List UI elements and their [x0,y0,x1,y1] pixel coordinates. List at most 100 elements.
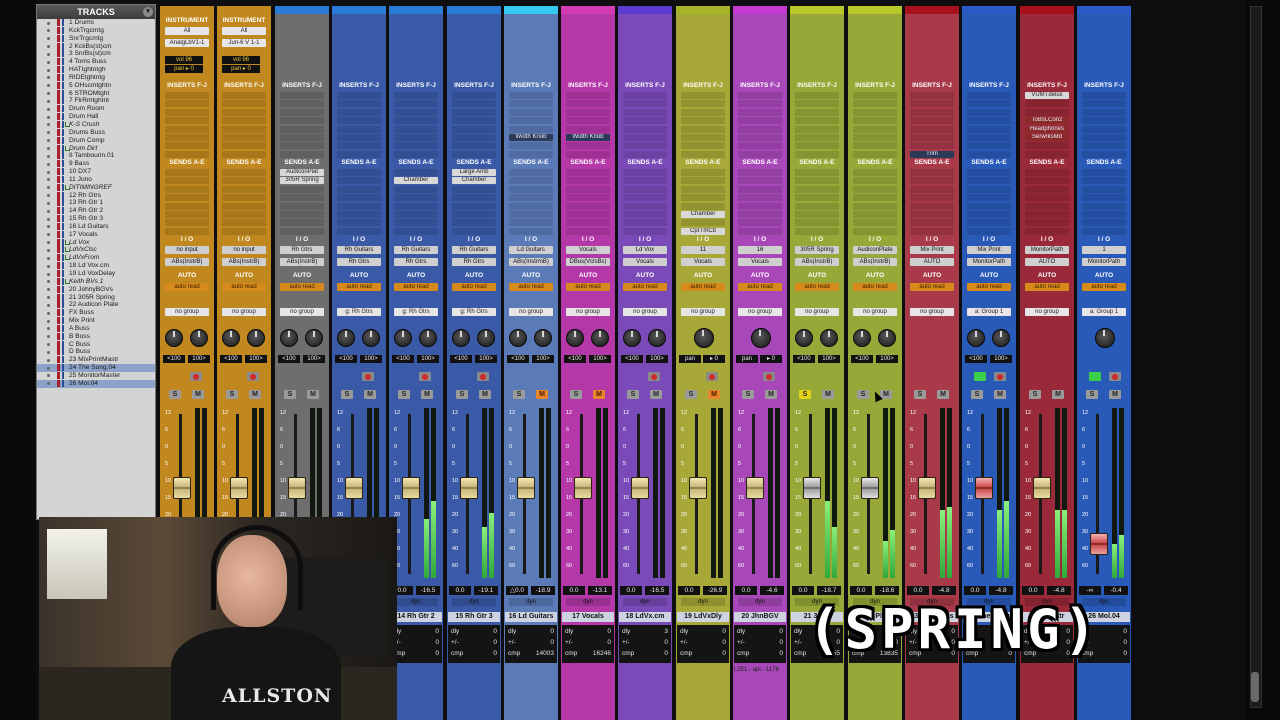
send-slot[interactable] [795,211,839,218]
insert-slot[interactable] [738,125,782,133]
insert-slot[interactable] [1082,150,1126,158]
track-list-item[interactable]: 8 Tambourin.01 [37,152,155,160]
automation-mode-selector[interactable]: auto read [853,283,897,291]
solo-button[interactable]: S [742,390,754,399]
input-selector[interactable]: Mix Print [910,246,954,254]
output-selector[interactable]: Rh Gtrs [337,258,381,266]
track-show-dot-icon[interactable] [47,99,50,103]
send-slot[interactable] [165,219,209,227]
track-show-dot-icon[interactable] [47,139,50,143]
track-list-item[interactable]: Drum Dirt [37,144,155,153]
output-selector[interactable]: AUTO [1025,258,1069,266]
automation-mode-selector[interactable]: auto read [280,283,324,291]
volume-value[interactable]: 0.0 [620,586,642,595]
output-selector[interactable]: ABs(InstrB) [280,258,324,266]
track-show-dot-icon[interactable] [47,162,50,166]
track-show-dot-icon[interactable] [47,272,50,276]
send-slot[interactable] [795,194,839,202]
insert-slot[interactable] [337,134,381,141]
insert-slot[interactable] [222,100,266,108]
send-slot[interactable] [623,169,667,176]
input-selector[interactable]: Ld Vox [623,246,667,254]
send-slot[interactable] [738,202,782,210]
track-list-item[interactable]: 5 OHscmtghtn [37,81,155,90]
group-selector[interactable]: no group [910,308,954,316]
track-comment[interactable]: L251 - api - 1176 [734,666,786,674]
pan-left-knob-icon[interactable] [280,329,298,347]
automation-mode-selector[interactable]: auto read [337,283,381,291]
solo-button[interactable]: S [513,390,525,399]
insert-slot[interactable] [853,117,897,125]
send-slot-assigned[interactable]: Chamber [394,177,438,185]
insert-slot[interactable] [967,100,1011,108]
track-show-dot-icon[interactable] [47,319,50,323]
input-selector[interactable]: 11 [681,246,725,254]
pan-left-knob-icon[interactable] [623,329,641,347]
solo-button[interactable]: S [226,390,238,399]
send-slot[interactable] [795,227,839,235]
insert-slot[interactable] [165,100,209,108]
track-name-plate[interactable]: 17 Vocals [562,612,614,622]
send-slot[interactable] [1025,227,1069,235]
track-show-dot-icon[interactable] [47,29,50,33]
send-slot[interactable] [337,185,381,193]
instrument-plugin[interactable]: AnalgLbV1-1 [165,39,209,47]
mute-button[interactable]: M [249,390,261,399]
send-slot[interactable] [853,219,897,227]
track-show-dot-icon[interactable] [47,37,50,41]
solo-button[interactable]: S [627,390,639,399]
track-show-dot-icon[interactable] [47,186,50,190]
send-slot[interactable] [394,202,438,210]
insert-slot[interactable] [394,150,438,158]
send-slot[interactable] [623,177,667,185]
input-selector[interactable]: Vocals [566,246,610,254]
mute-button[interactable]: M [822,390,834,399]
insert-slot[interactable] [623,125,667,133]
send-slot[interactable] [853,227,897,235]
input-selector[interactable]: Rh Guitars [452,246,496,254]
track-show-dot-icon[interactable] [47,256,50,260]
insert-slot[interactable] [165,142,209,150]
pan-knob-icon[interactable] [1095,328,1115,348]
volume-fader[interactable] [230,477,248,499]
pan-left-knob-icon[interactable] [509,329,527,347]
track-list-item[interactable]: 19 Ld VoxDelay [37,270,155,278]
volume-fader[interactable] [402,477,420,499]
volume-fader[interactable] [574,477,592,499]
track-show-dot-icon[interactable] [47,233,50,237]
track-list-item[interactable]: 7 FlrRmtghtnt [37,97,155,105]
input-monitor-button[interactable] [974,372,986,381]
insert-slot[interactable] [623,117,667,125]
send-slot[interactable] [452,194,496,202]
pan-right-knob-icon[interactable] [419,329,437,347]
send-slot[interactable] [1025,219,1069,227]
volume-value[interactable]: 0.0 [449,586,471,595]
group-selector[interactable]: no group [681,308,725,316]
send-slot-assigned[interactable]: Chamber [452,177,496,185]
insert-slot[interactable] [509,108,553,116]
mute-button[interactable]: M [937,390,949,399]
send-slot[interactable] [967,185,1011,193]
insert-slot[interactable] [337,117,381,125]
instrument-plugin[interactable]: Jun-6 V 1-1 [222,39,266,47]
pan-right-knob-icon[interactable] [190,329,208,347]
send-slot-assigned[interactable]: 305R Spring [280,177,324,185]
send-slot[interactable] [394,211,438,218]
insert-slot[interactable] [910,100,954,108]
insert-slot[interactable] [566,150,610,158]
track-show-dot-icon[interactable] [47,288,50,292]
insert-slot[interactable] [681,100,725,108]
track-name-plate[interactable]: 14 Rh Gtr 2 [390,612,442,622]
track-show-dot-icon[interactable] [47,76,50,80]
track-show-dot-icon[interactable] [47,280,50,284]
insert-slot[interactable] [566,92,610,99]
send-slot[interactable] [795,185,839,193]
record-enable-button[interactable] [648,372,660,381]
solo-button[interactable]: S [685,390,697,399]
input-selector[interactable]: 1 [1082,246,1126,254]
track-list-item[interactable]: LdVxClsc [37,246,155,254]
track-show-dot-icon[interactable] [47,366,50,370]
send-slot[interactable] [681,185,725,193]
output-selector[interactable]: MonitorPath [1082,258,1126,266]
insert-slot[interactable] [738,150,782,158]
